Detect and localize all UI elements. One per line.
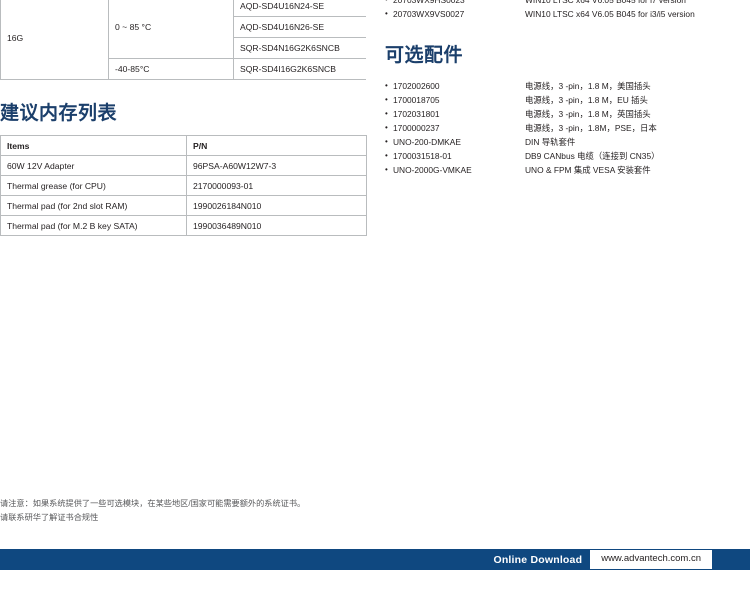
- accessory-description: 电源线，3 -pin，1.8 M，美国插头: [525, 81, 651, 91]
- recommended-table: Items P/N 60W 12V Adapter 96PSA-A60W12W7…: [0, 135, 367, 236]
- optional-accessories-list: • 1702002600 电源线，3 -pin，1.8 M，美国插头 • 170…: [385, 79, 750, 177]
- optional-accessories-container: • 1702002600 电源线，3 -pin，1.8 M，美国插头 • 170…: [385, 79, 750, 177]
- list-item: • UNO-200-DMKAE DIN 导轨套件: [385, 135, 750, 149]
- column-header-items: Items: [0, 135, 187, 156]
- list-item: • 1702031801 电源线，3 -pin，1.8 M，英国插头: [385, 107, 750, 121]
- table-header-row: Items P/N: [0, 135, 367, 156]
- table-row: Thermal grease (for CPU) 2170000093-01: [0, 175, 367, 196]
- table-row: Thermal pad (for 2nd slot RAM) 199002618…: [0, 195, 367, 216]
- notice-line-2: 请联系研华了解证书合规性: [0, 513, 99, 522]
- memory-table: 16G 0 ~ 85 °C AQD-SD4U16N24-SE AQD-SD4U1…: [0, 0, 366, 80]
- optional-accessories-heading: 可选配件: [385, 45, 464, 66]
- item-name-cell: Thermal grease (for CPU): [0, 175, 187, 196]
- bullet-icon: •: [385, 151, 388, 160]
- recommended-memory-heading: 建议内存列表: [0, 103, 118, 124]
- bullet-icon: •: [385, 95, 388, 104]
- bullet-icon: •: [385, 109, 388, 118]
- os-list: • 20703WX9HS0023 WIN10 LTSC x64 V6.05 B0…: [385, 0, 750, 18]
- item-name-cell: Thermal pad (for M.2 B key SATA): [0, 215, 187, 236]
- accessory-description: DB9 CANbus 电缆（连接到 CN35）: [525, 151, 660, 161]
- accessory-part-number: 1700000237: [393, 123, 440, 133]
- memory-part-number-cell: SQR-SD4N16G2K6SNCB: [233, 37, 366, 59]
- item-name-cell: Thermal pad (for 2nd slot RAM): [0, 195, 187, 216]
- table-row: 16G 0 ~ 85 °C AQD-SD4U16N24-SE: [0, 0, 366, 80]
- os-part-number: 20703WX9VS0027: [393, 9, 465, 18]
- bullet-icon: •: [385, 137, 388, 146]
- bullet-icon: •: [385, 81, 388, 90]
- certification-notice: 请注意：如果系统提供了一些可选模块，在某些地区/国家可能需要额外的系统证书。 请…: [0, 497, 560, 525]
- footer-bar: Online Download www.advantech.com.cn: [0, 549, 750, 570]
- online-download-label: Online Download: [493, 553, 583, 566]
- list-item: • 20703WX9HS0023 WIN10 LTSC x64 V6.05 B0…: [385, 0, 750, 7]
- website-url[interactable]: www.advantech.com.cn: [590, 550, 712, 569]
- bullet-icon: •: [385, 123, 388, 132]
- item-pn-cell: 96PSA-A60W12W7-3: [186, 155, 367, 176]
- accessory-part-number: UNO-200-DMKAE: [393, 137, 461, 147]
- accessory-part-number: UNO-2000G-VMKAE: [393, 165, 472, 175]
- column-header-pn: P/N: [186, 135, 367, 156]
- item-pn-cell: 2170000093-01: [186, 175, 367, 196]
- accessory-description: 电源线，3 -pin，1.8 M，英国插头: [525, 109, 651, 119]
- item-name-cell: 60W 12V Adapter: [0, 155, 187, 176]
- table-row: Thermal pad (for M.2 B key SATA) 1990036…: [0, 215, 367, 236]
- memory-temperature-cell: 0 ~ 85 °C: [108, 0, 234, 59]
- bullet-icon: •: [385, 165, 388, 174]
- os-description: WIN10 LTSC x64 V6.05 B045 for i7 version: [525, 0, 686, 5]
- memory-table-container: 16G 0 ~ 85 °C AQD-SD4U16N24-SE AQD-SD4U1…: [0, 0, 366, 80]
- table-row: 60W 12V Adapter 96PSA-A60W12W7-3: [0, 155, 367, 176]
- accessory-description: UNO & FPM 集成 VESA 安装套件: [525, 165, 651, 175]
- list-item: • UNO-2000G-VMKAE UNO & FPM 集成 VESA 安装套件: [385, 163, 750, 177]
- accessory-description: 电源线，3 -pin，1.8M，PSE，日本: [525, 123, 657, 133]
- notice-line-1: 请注意：如果系统提供了一些可选模块，在某些地区/国家可能需要额外的系统证书。: [0, 499, 306, 508]
- list-item: • 1700018705 电源线，3 -pin，1.8 M，EU 插头: [385, 93, 750, 107]
- accessory-part-number: 1700031518-01: [393, 151, 452, 161]
- os-list-container: • 20703WX9HS0023 WIN10 LTSC x64 V6.05 B0…: [385, 0, 750, 18]
- item-pn-cell: 1990026184N010: [186, 195, 367, 216]
- memory-part-number-cell: SQR-SD4I16G2K6SNCB: [233, 58, 366, 80]
- memory-part-number-cell: AQD-SD4U16N26-SE: [233, 16, 366, 38]
- memory-part-number-cell: AQD-SD4U16N24-SE: [233, 0, 366, 17]
- bullet-icon: •: [385, 9, 388, 18]
- accessory-description: DIN 导轨套件: [525, 137, 576, 147]
- accessory-part-number: 1702031801: [393, 109, 440, 119]
- list-item: • 20703WX9VS0027 WIN10 LTSC x64 V6.05 B0…: [385, 7, 750, 18]
- bullet-icon: •: [385, 0, 393, 7]
- accessory-description: 电源线，3 -pin，1.8 M，EU 插头: [525, 95, 648, 105]
- os-part-number: 20703WX9HS0023: [393, 0, 465, 5]
- accessory-part-number: 1700018705: [393, 95, 440, 105]
- list-item: • 1702002600 电源线，3 -pin，1.8 M，美国插头: [385, 79, 750, 93]
- item-pn-cell: 1990036489N010: [186, 215, 367, 236]
- os-description: WIN10 LTSC x64 V6.05 B045 for i3/i5 vers…: [525, 9, 695, 18]
- memory-capacity-cell: 16G: [0, 0, 109, 80]
- memory-temperature-cell: -40-85°C: [108, 58, 234, 80]
- accessory-part-number: 1702002600: [393, 81, 440, 91]
- list-item: • 1700031518-01 DB9 CANbus 电缆（连接到 CN35）: [385, 149, 750, 163]
- recommended-table-container: Items P/N 60W 12V Adapter 96PSA-A60W12W7…: [0, 135, 367, 236]
- list-item: • 1700000237 电源线，3 -pin，1.8M，PSE，日本: [385, 121, 750, 135]
